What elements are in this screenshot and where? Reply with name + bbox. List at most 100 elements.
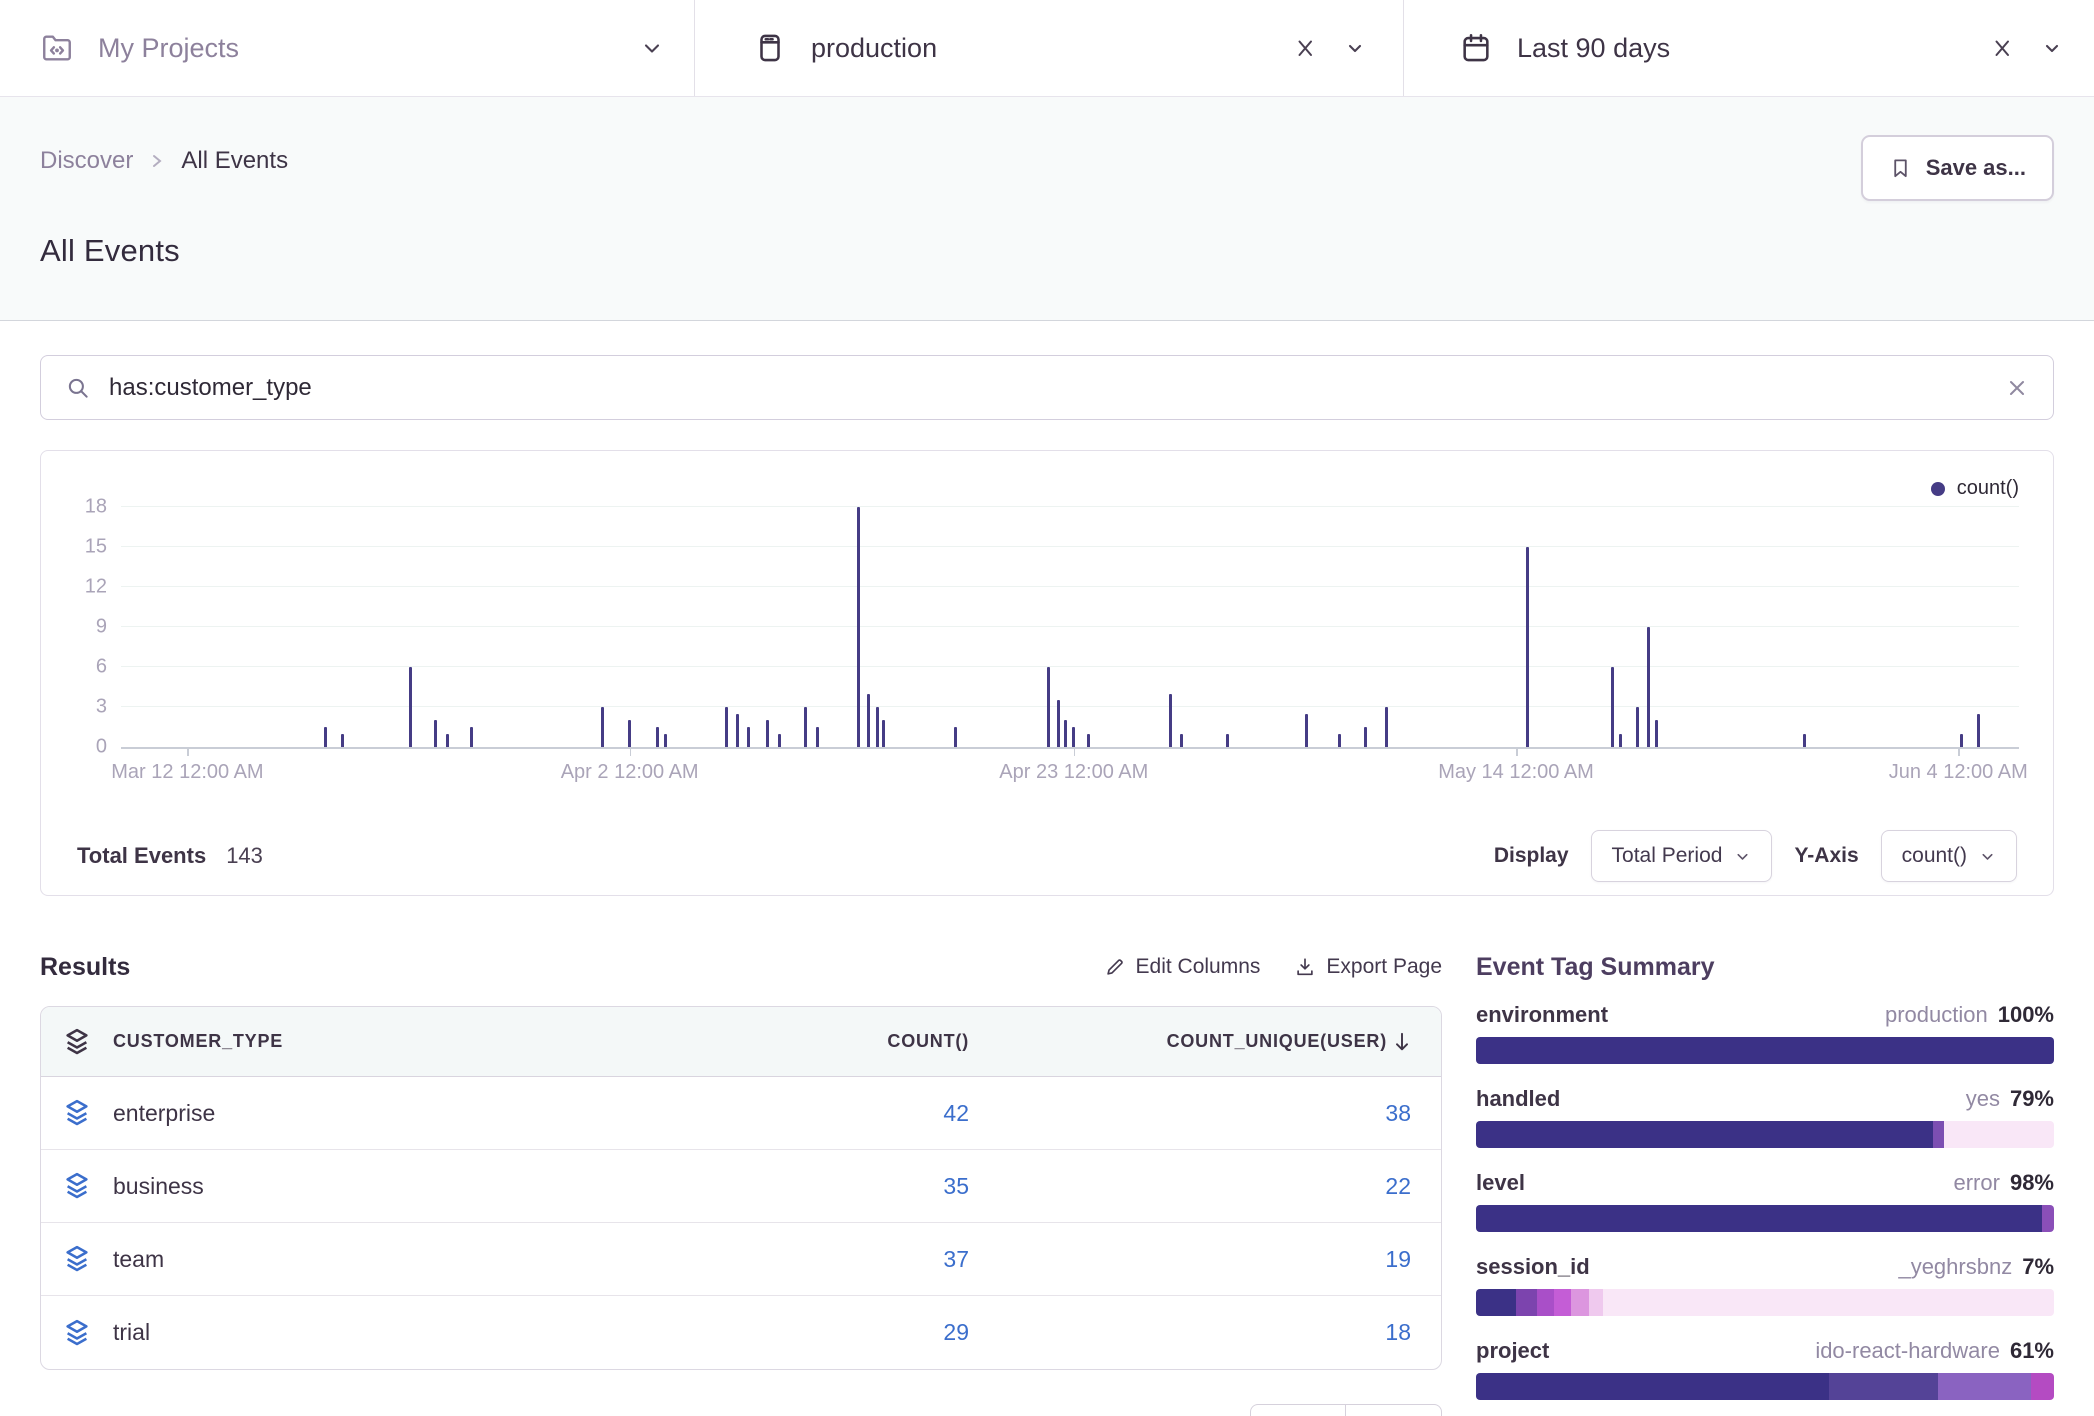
tag-bar-segment[interactable] bbox=[2042, 1205, 2054, 1232]
column-header-count[interactable]: COUNT() bbox=[679, 1031, 999, 1052]
chart-bar bbox=[778, 734, 781, 747]
page-title: All Events bbox=[40, 233, 180, 269]
chart-bar bbox=[747, 727, 750, 747]
tag-bar-segment[interactable] bbox=[1829, 1373, 1939, 1400]
project-selector[interactable]: My Projects bbox=[0, 0, 694, 96]
cell-count-link[interactable]: 37 bbox=[679, 1246, 999, 1273]
tag-bar-segment[interactable] bbox=[1944, 1121, 2054, 1148]
tag-bar-segment[interactable] bbox=[1554, 1289, 1571, 1316]
export-page-label: Export Page bbox=[1326, 955, 1442, 979]
chart-bar bbox=[804, 707, 807, 747]
tag-bar-segment[interactable] bbox=[1938, 1373, 2030, 1400]
chart-bar bbox=[1647, 627, 1650, 747]
display-dropdown[interactable]: Total Period bbox=[1591, 830, 1773, 882]
tag-bar-segment[interactable] bbox=[1933, 1121, 1945, 1148]
date-range-selector[interactable]: Last 90 days bbox=[1403, 0, 2094, 96]
save-as-button[interactable]: Save as... bbox=[1861, 135, 2054, 201]
tag-top-value: yes bbox=[1966, 1086, 2000, 1112]
y-axis-tick-label: 9 bbox=[96, 616, 107, 639]
tag-top-value: _yeghrsbnz bbox=[1898, 1254, 2012, 1280]
chevron-down-icon[interactable] bbox=[640, 36, 664, 60]
tag-bar-segment[interactable] bbox=[1476, 1037, 2054, 1064]
x-axis-tick-label: Apr 2 12:00 AM bbox=[561, 761, 699, 784]
tag-bar-segment[interactable] bbox=[1516, 1289, 1536, 1316]
stack-icon[interactable] bbox=[62, 1171, 92, 1201]
tag-bar-segment[interactable] bbox=[1476, 1205, 2042, 1232]
tag-bar-segment[interactable] bbox=[1476, 1289, 1516, 1316]
cell-count-unique-link[interactable]: 38 bbox=[999, 1100, 1441, 1127]
tag-top-percentage: 100% bbox=[1998, 1002, 2054, 1028]
search-input[interactable] bbox=[109, 374, 2005, 402]
clear-search-icon[interactable] bbox=[2005, 376, 2029, 400]
gridline bbox=[121, 706, 2019, 707]
download-icon bbox=[1294, 956, 1316, 978]
results-table-header: CUSTOMER_TYPE COUNT() COUNT_UNIQUE(USER) bbox=[41, 1007, 1441, 1077]
cell-count-link[interactable]: 29 bbox=[679, 1319, 999, 1346]
column-header-customer-type[interactable]: CUSTOMER_TYPE bbox=[113, 1031, 679, 1052]
chevron-down-icon[interactable] bbox=[2040, 36, 2064, 60]
tag-bar-segment[interactable] bbox=[1476, 1373, 1829, 1400]
stack-icon[interactable] bbox=[62, 1027, 92, 1057]
gridline bbox=[121, 586, 2019, 587]
chart-bar bbox=[434, 720, 437, 747]
chevron-down-icon[interactable] bbox=[1343, 36, 1367, 60]
tag-bar-segment[interactable] bbox=[1571, 1289, 1588, 1316]
cell-customer-type: business bbox=[113, 1173, 679, 1200]
tag-name: handled bbox=[1476, 1086, 1560, 1112]
tag-name: project bbox=[1476, 1338, 1549, 1364]
cell-customer-type: trial bbox=[113, 1319, 679, 1346]
tag-summary-entry: project ido-react-hardware 61% bbox=[1476, 1338, 2054, 1400]
y-axis-tick-label: 15 bbox=[85, 536, 107, 559]
chart-bar bbox=[1636, 707, 1639, 747]
date-range-value: Last 90 days bbox=[1517, 33, 1670, 64]
tag-bar-segment[interactable] bbox=[1603, 1289, 2054, 1316]
breadcrumb-discover-link[interactable]: Discover bbox=[40, 147, 133, 175]
stack-icon[interactable] bbox=[62, 1244, 92, 1274]
chart-bar bbox=[1087, 734, 1090, 747]
previous-page-button[interactable] bbox=[1250, 1404, 1346, 1416]
total-events-value: 143 bbox=[226, 843, 263, 869]
tag-bar-segment[interactable] bbox=[1589, 1289, 1603, 1316]
tag-bar-segment[interactable] bbox=[1476, 1121, 1933, 1148]
tag-name: session_id bbox=[1476, 1254, 1590, 1280]
environment-selector[interactable]: production bbox=[694, 0, 1403, 96]
tag-top-percentage: 79% bbox=[2010, 1086, 2054, 1112]
tag-top-percentage: 7% bbox=[2022, 1254, 2054, 1280]
x-axis-tick-label: Apr 23 12:00 AM bbox=[999, 761, 1148, 784]
chart-legend-count[interactable]: count() bbox=[1931, 477, 2019, 500]
tag-distribution-bar[interactable] bbox=[1476, 1373, 2054, 1400]
cell-count-unique-link[interactable]: 19 bbox=[999, 1246, 1441, 1273]
table-row: business3522 bbox=[41, 1150, 1441, 1223]
clear-environment-icon[interactable] bbox=[1293, 36, 1317, 60]
tag-distribution-bar[interactable] bbox=[1476, 1037, 2054, 1064]
clear-date-icon[interactable] bbox=[1990, 36, 2014, 60]
tag-top-value: error bbox=[1954, 1170, 2000, 1196]
tag-distribution-bar[interactable] bbox=[1476, 1205, 2054, 1232]
chart-bar bbox=[324, 727, 327, 747]
projects-folder-icon bbox=[40, 31, 74, 65]
cell-count-link[interactable]: 35 bbox=[679, 1173, 999, 1200]
chart-bar bbox=[470, 727, 473, 747]
stack-icon[interactable] bbox=[62, 1098, 92, 1128]
total-events-label: Total Events bbox=[77, 843, 206, 869]
table-row: team3719 bbox=[41, 1223, 1441, 1296]
stack-icon[interactable] bbox=[41, 1027, 113, 1057]
legend-dot-icon bbox=[1931, 482, 1945, 496]
next-page-button[interactable] bbox=[1346, 1404, 1442, 1416]
tag-bar-segment[interactable] bbox=[2031, 1373, 2054, 1400]
stack-icon[interactable] bbox=[62, 1318, 92, 1348]
export-page-button[interactable]: Export Page bbox=[1294, 955, 1442, 979]
chevron-down-icon bbox=[1734, 848, 1751, 865]
edit-columns-button[interactable]: Edit Columns bbox=[1104, 955, 1261, 979]
tag-distribution-bar[interactable] bbox=[1476, 1121, 2054, 1148]
cell-count-link[interactable]: 42 bbox=[679, 1100, 999, 1127]
column-header-count-unique[interactable]: COUNT_UNIQUE(USER) bbox=[999, 1031, 1441, 1052]
tag-bar-segment[interactable] bbox=[1537, 1289, 1554, 1316]
chart-bar bbox=[656, 727, 659, 747]
tag-top-value: production bbox=[1885, 1002, 1988, 1028]
tag-distribution-bar[interactable] bbox=[1476, 1289, 2054, 1316]
cell-count-unique-link[interactable]: 22 bbox=[999, 1173, 1441, 1200]
y-axis-dropdown[interactable]: count() bbox=[1881, 830, 2017, 882]
tag-top-percentage: 98% bbox=[2010, 1170, 2054, 1196]
cell-count-unique-link[interactable]: 18 bbox=[999, 1319, 1441, 1346]
